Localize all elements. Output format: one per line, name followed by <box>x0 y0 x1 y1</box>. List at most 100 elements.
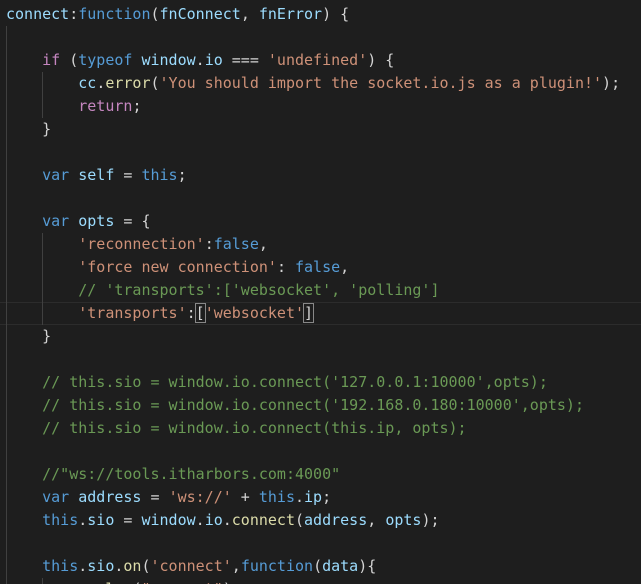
code-token: 'ws://' <box>168 488 232 506</box>
code-token: 'transports' <box>78 304 187 322</box>
code-token: ( <box>295 511 305 529</box>
code-token: = <box>141 488 169 506</box>
code-line[interactable]: cc.error('You should import the socket.i… <box>0 72 641 95</box>
code-token: false <box>213 235 259 253</box>
code-token: = <box>114 511 142 529</box>
code-token: : <box>69 5 79 23</box>
code-line[interactable]: 'force new connection': false, <box>0 256 641 279</box>
code-line[interactable] <box>0 187 641 210</box>
code-token: ; <box>322 488 332 506</box>
code-token: ); <box>223 580 241 584</box>
code-token: + <box>231 488 259 506</box>
code-token: ) { <box>367 51 395 69</box>
code-token: this <box>42 557 79 575</box>
code-token: 'reconnection' <box>78 235 205 253</box>
code-token: . <box>195 51 205 69</box>
code-token: } <box>6 327 52 345</box>
code-token: 'undefined' <box>267 51 368 69</box>
code-token: //"ws://tools.itharbors.com:4000" <box>42 465 341 483</box>
code-token: ( <box>60 51 79 69</box>
code-token: , <box>258 235 268 253</box>
code-token: 'websocket' <box>204 304 305 322</box>
code-token: "connect" <box>141 580 222 584</box>
code-line[interactable]: } <box>0 325 641 348</box>
code-token: address <box>304 511 368 529</box>
code-token: this <box>258 488 295 506</box>
code-token: // 'transports':['websocket', 'polling'] <box>78 281 440 299</box>
code-token: cc <box>78 74 97 92</box>
code-line[interactable]: var opts = { <box>0 210 641 233</box>
code-line[interactable]: var self = this; <box>0 164 641 187</box>
code-line[interactable]: this.sio = window.io.connect(address, op… <box>0 509 641 532</box>
code-line[interactable]: 'transports':['websocket'] <box>0 302 641 325</box>
code-token: [ <box>194 303 206 323</box>
code-token: === <box>222 51 268 69</box>
code-line[interactable] <box>0 141 641 164</box>
code-token: on <box>123 557 142 575</box>
code-line[interactable]: return; <box>0 95 641 118</box>
code-token: ; <box>177 166 187 184</box>
code-line[interactable] <box>0 440 641 463</box>
code-token: return <box>78 97 133 115</box>
code-token: : <box>204 235 214 253</box>
code-line[interactable]: if (typeof window.io === 'undefined') { <box>0 49 641 72</box>
code-line[interactable]: var address = 'ws://' + this.ip; <box>0 486 641 509</box>
code-line[interactable]: // 'transports':['websocket', 'polling'] <box>0 279 641 302</box>
code-line[interactable]: // this.sio = window.io.connect(this.ip,… <box>0 417 641 440</box>
code-token: : <box>276 258 295 276</box>
code-line[interactable]: // this.sio = window.io.connect('127.0.0… <box>0 371 641 394</box>
code-token: sio <box>87 557 115 575</box>
code-line[interactable]: // this.sio = window.io.connect('192.168… <box>0 394 641 417</box>
code-line[interactable] <box>0 532 641 555</box>
code-token: . <box>295 488 305 506</box>
code-token: ; <box>132 97 142 115</box>
code-token: 'force new connection' <box>78 258 277 276</box>
code-line[interactable]: //"ws://tools.itharbors.com:4000" <box>0 463 641 486</box>
code-token: ); <box>602 74 621 92</box>
code-token: var <box>42 166 70 184</box>
code-line[interactable]: 'reconnection':false, <box>0 233 641 256</box>
code-token: this <box>141 166 178 184</box>
code-token: var <box>42 488 70 506</box>
code-token: error <box>105 74 151 92</box>
code-token: var <box>42 212 70 230</box>
code-token: ip <box>304 488 323 506</box>
code-token: typeof <box>78 51 133 69</box>
code-token: window <box>141 511 196 529</box>
code-token: io <box>204 511 223 529</box>
code-line[interactable]: cc.log("connect"); <box>0 578 641 584</box>
code-token: = <box>114 166 142 184</box>
code-token: function <box>240 557 314 575</box>
code-token: ] <box>303 303 315 323</box>
code-line[interactable]: connect:function(fnConnect, fnError) { <box>0 3 641 26</box>
code-line[interactable]: } <box>0 118 641 141</box>
code-editor[interactable]: connect:function(fnConnect, fnError) { i… <box>0 0 641 584</box>
code-token: this <box>42 511 79 529</box>
code-token: ( <box>313 557 323 575</box>
code-token: . <box>222 511 232 529</box>
code-token: opts <box>78 212 115 230</box>
code-token: , <box>231 557 241 575</box>
code-token: fnError <box>258 5 323 23</box>
code-line[interactable] <box>0 26 641 49</box>
code-token: false <box>295 258 341 276</box>
code-line[interactable]: this.sio.on('connect',function(data){ <box>0 555 641 578</box>
code-token: io <box>204 51 223 69</box>
code-token: connect <box>231 511 295 529</box>
code-line[interactable] <box>0 348 641 371</box>
code-token: . <box>96 580 105 584</box>
code-token: . <box>96 74 106 92</box>
code-token: } <box>6 120 52 138</box>
